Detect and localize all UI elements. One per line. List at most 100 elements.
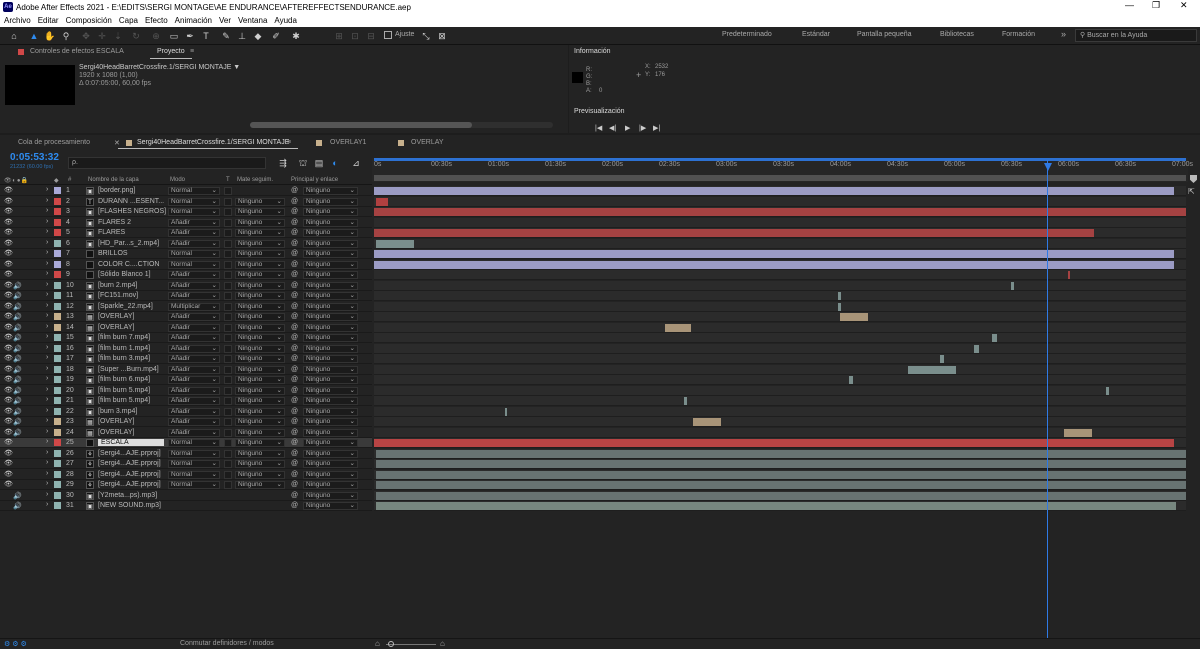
layer-track[interactable] <box>374 354 1186 364</box>
layer-row[interactable]: 👁 🔊 › 15 ▣ [film burn 7.mp4] Añadir ⌄ Ninguno ⌄ @ N… <box>0 333 372 343</box>
label-color-swatch[interactable] <box>54 229 61 236</box>
toggle-switches-icon[interactable]: ⚙ ⚙ ⚙ <box>4 640 27 648</box>
layer-name[interactable]: [OVERLAY] <box>98 429 134 436</box>
layer-track[interactable] <box>374 196 1186 207</box>
pen-tool-icon[interactable]: ✒ <box>184 30 196 42</box>
parent-pickwhip-icon[interactable]: @ <box>291 187 298 194</box>
layer-track[interactable] <box>374 469 1186 480</box>
expand-arrow-icon[interactable]: › <box>46 228 48 235</box>
blend-mode-dropdown[interactable]: Añadir ⌄ <box>168 239 220 248</box>
label-color-swatch[interactable] <box>54 260 61 268</box>
expand-arrow-icon[interactable]: › <box>46 480 48 487</box>
parent-dropdown[interactable]: Ninguno ⌄ <box>303 481 358 489</box>
preserve-transparency-toggle[interactable] <box>224 250 232 258</box>
parent-dropdown[interactable]: Ninguno ⌄ <box>303 418 358 426</box>
blend-mode-dropdown[interactable]: Añadir ⌄ <box>168 271 220 279</box>
parent-pickwhip-icon[interactable]: @ <box>291 198 298 205</box>
track-matte-dropdown[interactable]: Ninguno ⌄ <box>235 302 285 311</box>
menu-ver[interactable]: Ver <box>215 16 234 25</box>
track-matte-dropdown[interactable]: Ninguno ⌄ <box>235 397 285 405</box>
visibility-eye-icon[interactable]: 👁 <box>4 366 13 373</box>
parent-dropdown[interactable]: Ninguno ⌄ <box>303 397 358 405</box>
zoom-tool-icon[interactable]: ⚲ <box>60 30 72 42</box>
parent-pickwhip-icon[interactable]: @ <box>291 303 298 310</box>
parent-pickwhip-icon[interactable]: @ <box>291 240 298 247</box>
snap-icon[interactable]: ⤡ <box>420 30 432 42</box>
layer-track[interactable] <box>374 364 1186 375</box>
audio-speaker-icon[interactable]: 🔊 <box>13 334 22 342</box>
layer-duration-bar[interactable] <box>376 239 414 248</box>
preserve-transparency-toggle[interactable] <box>224 187 232 195</box>
parent-pickwhip-icon[interactable]: @ <box>291 450 298 457</box>
expand-arrow-icon[interactable]: › <box>46 207 48 214</box>
audio-speaker-icon[interactable]: 🔊 <box>13 418 22 426</box>
layer-track[interactable] <box>374 343 1186 354</box>
layer-name[interactable]: [film burn 5.mp4] <box>98 397 150 404</box>
blend-mode-dropdown[interactable]: Añadir ⌄ <box>168 418 220 426</box>
layer-row[interactable]: 👁 › 8 COLOR C....CTION Normal ⌄ Ninguno ⌄ @ Ningu… <box>0 260 372 270</box>
blend-mode-dropdown[interactable]: Añadir ⌄ <box>168 313 220 321</box>
layer-name[interactable]: [film burn 7.mp4] <box>98 334 150 341</box>
expand-arrow-icon[interactable]: › <box>46 239 48 246</box>
expand-arrow-icon[interactable]: › <box>46 333 48 340</box>
label-color-swatch[interactable] <box>54 271 61 278</box>
track-matte-dropdown[interactable]: Ninguno ⌄ <box>235 365 285 374</box>
pan-tool-icon[interactable]: ✛ <box>96 30 108 42</box>
preserve-transparency-toggle[interactable] <box>224 397 232 405</box>
layer-row[interactable]: 🔊 › 30 ▣ [Y2meta...ps).mp3] @ Ninguno ⌄ <box>0 491 372 501</box>
visibility-eye-icon[interactable]: 👁 <box>4 460 13 467</box>
track-matte-dropdown[interactable]: Ninguno ⌄ <box>235 439 285 447</box>
layer-track[interactable] <box>374 396 1186 406</box>
preserve-transparency-toggle[interactable] <box>224 355 232 363</box>
layer-name[interactable]: DURANN ...ESENT... <box>98 198 164 205</box>
expand-arrow-icon[interactable]: › <box>46 249 48 256</box>
layer-name[interactable]: [Sergi4...AJE.prproj] <box>98 481 161 488</box>
parent-pickwhip-icon[interactable]: @ <box>291 460 298 467</box>
project-scrollbar-thumb[interactable] <box>250 122 472 128</box>
graph-editor-icon[interactable]: ⊿ <box>350 157 362 169</box>
layer-track[interactable] <box>374 490 1186 501</box>
expand-arrow-icon[interactable]: › <box>46 428 48 435</box>
shy-layers-icon[interactable]: ▤ <box>313 157 325 169</box>
blend-mode-dropdown[interactable]: Añadir ⌄ <box>168 292 220 300</box>
layer-track[interactable] <box>374 291 1186 301</box>
label-color-swatch[interactable] <box>54 397 61 404</box>
visibility-eye-icon[interactable]: 👁 <box>4 229 13 236</box>
expand-arrow-icon[interactable]: › <box>46 186 48 193</box>
layer-row[interactable]: 👁 🔊 › 18 ▣ [Super ...Burn.mp4] Añadir ⌄ Ninguno ⌄… <box>0 365 372 375</box>
expand-arrow-icon[interactable]: › <box>46 386 48 393</box>
audio-speaker-icon[interactable]: 🔊 <box>13 366 22 374</box>
blend-mode-dropdown[interactable]: Añadir ⌄ <box>168 407 220 416</box>
parent-dropdown[interactable]: Ninguno ⌄ <box>303 439 358 447</box>
tab-overlay1[interactable]: OVERLAY1 <box>330 139 366 146</box>
layer-name[interactable]: FLARES <box>98 229 125 236</box>
track-matte-dropdown[interactable]: Ninguno ⌄ <box>235 218 285 227</box>
comp-panel-menu-icon[interactable]: ≡ <box>287 139 291 146</box>
audio-speaker-icon[interactable]: 🔊 <box>13 313 22 321</box>
expand-arrow-icon[interactable]: › <box>46 270 48 277</box>
visibility-eye-icon[interactable]: 👁 <box>4 324 13 331</box>
parent-dropdown[interactable]: Ninguno ⌄ <box>303 376 358 384</box>
visibility-eye-icon[interactable]: 👁 <box>4 408 13 415</box>
parent-pickwhip-icon[interactable]: @ <box>291 345 298 352</box>
layer-name[interactable]: [burn 2.mp4] <box>98 282 137 289</box>
layer-duration-bar[interactable] <box>374 208 1186 216</box>
label-color-swatch[interactable] <box>54 376 61 383</box>
expand-arrow-icon[interactable]: › <box>46 417 48 424</box>
layer-duration-bar[interactable] <box>908 365 956 374</box>
layer-row[interactable]: 👁 🔊 › 14 ▦ [OVERLAY] Añadir ⌄ Ninguno ⌄ @ Ninguno ⌄ <box>0 323 372 333</box>
layer-row[interactable]: 👁 › 5 ▣ FLARES Añadir ⌄ Ninguno ⌄ @ Ninguno ⌄ <box>0 228 372 238</box>
current-timecode[interactable]: 0:05:53:32 <box>10 152 59 163</box>
close-icon[interactable]: ✕ <box>1180 0 1188 11</box>
preserve-transparency-toggle[interactable] <box>224 428 232 437</box>
zoom-slider-knob[interactable] <box>388 641 394 647</box>
track-matte-dropdown[interactable]: Ninguno ⌄ <box>235 428 285 437</box>
blend-mode-dropdown[interactable]: Añadir ⌄ <box>168 323 220 332</box>
menu-animacion[interactable]: Animación <box>171 16 215 25</box>
workspace-pantalla-pequena[interactable]: Pantalla pequeña <box>857 31 912 38</box>
expand-arrow-icon[interactable]: › <box>46 491 48 498</box>
preserve-transparency-toggle[interactable] <box>224 302 232 311</box>
layer-search-input[interactable]: ρ. <box>68 157 266 169</box>
axis-view-icon[interactable]: ⊟ <box>365 30 377 42</box>
blend-mode-dropdown[interactable]: Multiplicar ⌄ <box>168 302 220 311</box>
